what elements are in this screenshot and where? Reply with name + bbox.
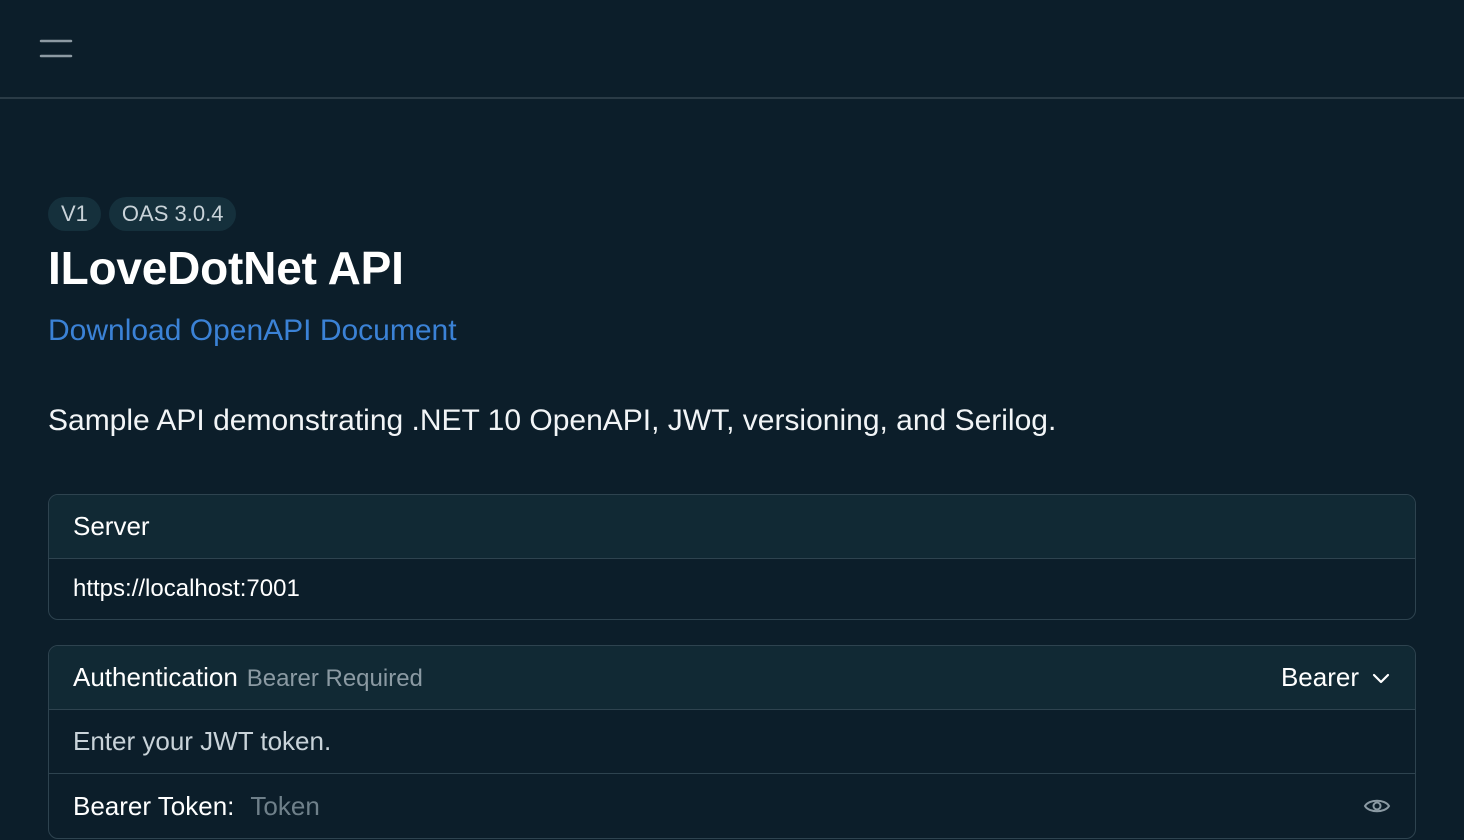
auth-description: Enter your JWT token. [73, 726, 332, 756]
page-title: ILoveDotNet API [48, 242, 404, 294]
api-description: Sample API demonstrating .NET 10 OpenAPI… [48, 404, 1057, 437]
bearer-token-row: Bearer Token: [49, 774, 1415, 838]
hamburger-menu-button[interactable] [36, 34, 76, 64]
version-badge: V1 [48, 197, 101, 231]
authentication-title-group: Authentication Bearer Required [73, 662, 423, 693]
server-row[interactable]: https://localhost:7001 [49, 559, 1415, 619]
chevron-down-icon [1372, 673, 1390, 683]
oas-version-badge: OAS 3.0.4 [108, 197, 237, 231]
auth-description-row: Enter your JWT token. [49, 710, 1415, 774]
show-token-button[interactable] [1363, 795, 1391, 817]
auth-required-label: Bearer Required [246, 665, 423, 692]
eye-icon [1363, 799, 1391, 813]
authentication-panel: Authentication Bearer Required Bearer En… [48, 645, 1416, 839]
hamburger-menu-icon [39, 39, 73, 58]
server-url[interactable]: https://localhost:7001 [73, 575, 300, 603]
server-panel: Server https://localhost:7001 [48, 494, 1416, 620]
server-panel-header: Server [49, 495, 1415, 559]
download-openapi-link[interactable]: Download OpenAPI Document [48, 310, 457, 352]
bearer-token-group: Bearer Token: [73, 790, 1151, 822]
server-label: Server [73, 511, 150, 541]
authentication-panel-header: Authentication Bearer Required Bearer [49, 646, 1415, 710]
auth-scheme-select[interactable]: Bearer [1281, 662, 1391, 693]
bearer-token-input[interactable] [250, 790, 1151, 822]
bearer-token-label: Bearer Token: [73, 790, 235, 821]
version-badges: V1 OAS 3.0.4 [48, 197, 237, 231]
authentication-label: Authentication [73, 662, 238, 692]
auth-scheme-value: Bearer [1280, 662, 1359, 692]
top-bar [0, 0, 1464, 99]
